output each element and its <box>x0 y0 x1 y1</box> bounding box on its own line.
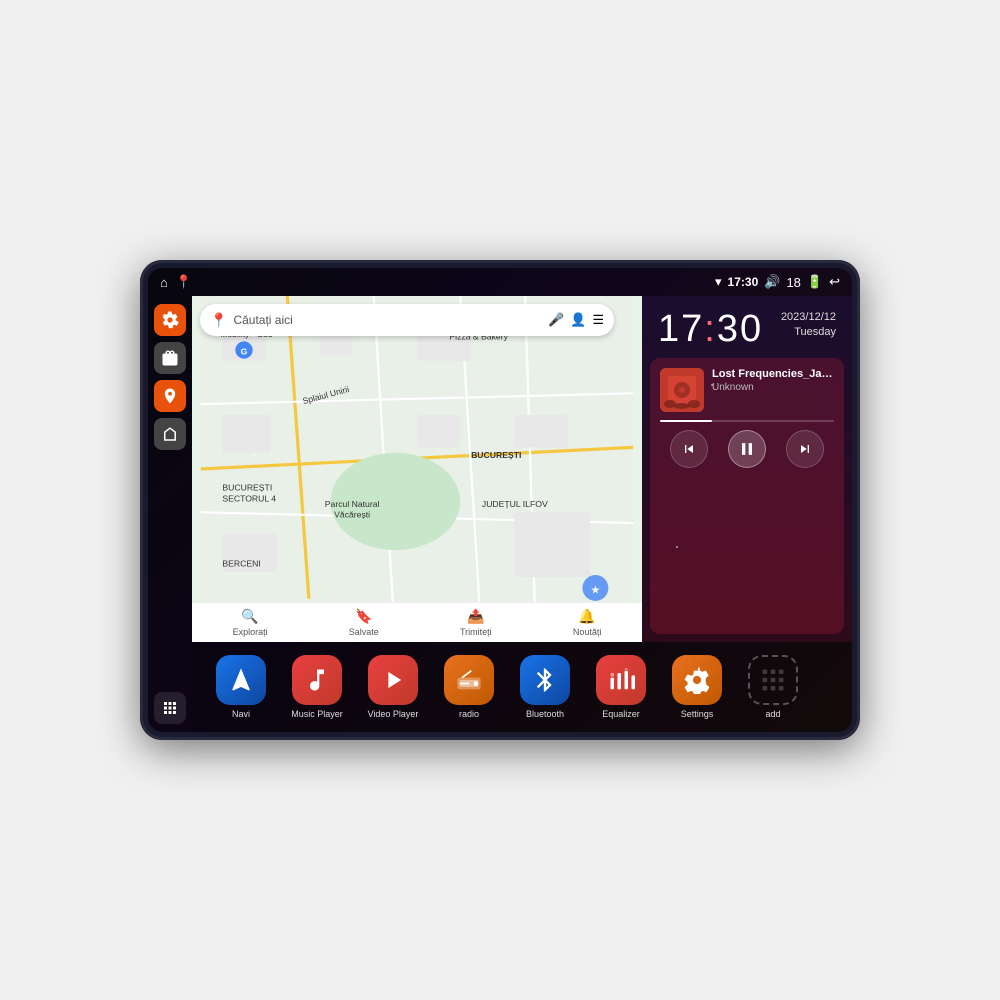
map-search-bar[interactable]: 📍 Căutați aici 🎤 👤 ☰ <box>200 304 614 336</box>
pause-button[interactable] <box>728 430 766 468</box>
wifi-icon: ▾ <box>715 274 722 290</box>
equalizer-label: Equalizer <box>602 709 640 719</box>
navi-icon-box <box>216 655 266 705</box>
account-icon: 👤 <box>570 312 586 328</box>
prev-track-button[interactable] <box>670 430 708 468</box>
svg-text:SECTORUL 4: SECTORUL 4 <box>222 493 276 503</box>
app-add[interactable]: add <box>738 655 808 719</box>
map-news-button[interactable]: 🔔 Noutăți <box>573 608 602 637</box>
music-section: Lost Frequencies_Janie... Unknown <box>650 358 844 634</box>
content-area: G AXIS Premium Mobility - Sud Parcul Nat… <box>192 296 852 732</box>
sidebar-apps-button[interactable] <box>154 692 186 724</box>
add-icon-box <box>748 655 798 705</box>
radio-label: radio <box>459 709 479 719</box>
volume-icon: 🔊 <box>764 274 780 290</box>
map-saved-button[interactable]: 🔖 Salvate <box>349 608 379 637</box>
svg-text:Văcărești: Văcărești <box>334 510 370 520</box>
svg-text:JUDEȚUL ILFOV: JUDEȚUL ILFOV <box>482 499 548 509</box>
music-controls <box>660 430 834 468</box>
mic-icon: 🎤 <box>548 312 564 328</box>
music-progress-bar[interactable] <box>660 420 834 422</box>
app-equalizer[interactable]: Equalizer <box>586 655 656 719</box>
svg-text:G: G <box>241 346 248 356</box>
svg-text:BUCUREȘTI: BUCUREȘTI <box>222 483 272 493</box>
sidebar-map-button[interactable] <box>154 380 186 412</box>
sidebar-files-button[interactable] <box>154 342 186 374</box>
clock-colon: : <box>704 308 717 350</box>
map-share-button[interactable]: 📤 Trimiteți <box>460 608 492 637</box>
clock-display: 17:30 <box>658 310 763 348</box>
google-maps-icon: 📍 <box>210 312 227 329</box>
map-panel[interactable]: G AXIS Premium Mobility - Sud Parcul Nat… <box>192 296 642 642</box>
music-player-label: Music Player <box>291 709 343 719</box>
status-bar: ⌂ 📍 ▾ 17:30 🔊 18 🔋 ↩ <box>148 268 852 296</box>
main-area: G AXIS Premium Mobility - Sud Parcul Nat… <box>148 296 852 732</box>
music-info: Lost Frequencies_Janie... Unknown <box>660 368 834 412</box>
saved-icon: 🔖 <box>355 608 372 625</box>
svg-text:BERCENI: BERCENI <box>222 558 260 568</box>
app-bluetooth[interactable]: Bluetooth <box>510 655 580 719</box>
video-player-label: Video Player <box>368 709 419 719</box>
saved-label: Salvate <box>349 627 379 637</box>
sidebar-carplay-button[interactable] <box>154 418 186 450</box>
music-text: Lost Frequencies_Janie... Unknown <box>712 368 834 393</box>
music-artist: Unknown <box>712 382 834 393</box>
equalizer-icon-box <box>596 655 646 705</box>
clock-section: 17:30 2023/12/12 Tuesday <box>642 296 852 358</box>
battery-icon: 🔋 <box>807 274 823 290</box>
music-title: Lost Frequencies_Janie... <box>712 368 834 380</box>
next-track-button[interactable] <box>786 430 824 468</box>
app-radio[interactable]: radio <box>434 655 504 719</box>
clock-minutes: 30 <box>717 308 763 350</box>
home-icon: ⌂ <box>160 275 168 290</box>
map-icon: 📍 <box>176 274 192 290</box>
search-placeholder: Căutați aici <box>233 313 542 327</box>
settings-label: Settings <box>681 709 714 719</box>
status-right-area: ▾ 17:30 🔊 18 🔋 ↩ <box>715 274 840 290</box>
explore-label: Explorați <box>233 627 268 637</box>
clock-date: 2023/12/12 <box>781 310 836 325</box>
news-label: Noutăți <box>573 627 602 637</box>
album-art <box>660 368 704 412</box>
car-head-unit: ⌂ 📍 ▾ 17:30 🔊 18 🔋 ↩ <box>140 260 860 740</box>
video-icon-box <box>368 655 418 705</box>
clock-hours: 17 <box>658 308 704 350</box>
bluetooth-icon-box <box>520 655 570 705</box>
right-panel: 17:30 2023/12/12 Tuesday <box>642 296 852 642</box>
bluetooth-label: Bluetooth <box>526 709 564 719</box>
share-label: Trimiteți <box>460 627 492 637</box>
top-panels: G AXIS Premium Mobility - Sud Parcul Nat… <box>192 296 852 642</box>
signal-level: 18 <box>786 275 800 290</box>
clock-date-block: 2023/12/12 Tuesday <box>781 310 836 341</box>
settings-icon-box <box>672 655 722 705</box>
app-navi[interactable]: Navi <box>206 655 276 719</box>
menu-icon: ☰ <box>592 312 604 328</box>
status-time: 17:30 <box>728 275 759 289</box>
explore-icon: 🔍 <box>241 608 258 625</box>
share-icon: 📤 <box>467 608 484 625</box>
svg-text:Parcul Natural: Parcul Natural <box>325 499 380 509</box>
map-explore-button[interactable]: 🔍 Explorați <box>233 608 268 637</box>
svg-text:★: ★ <box>591 584 601 596</box>
music-progress-fill <box>660 420 712 422</box>
map-container[interactable]: G AXIS Premium Mobility - Sud Parcul Nat… <box>192 296 642 642</box>
clock-day: Tuesday <box>781 325 836 340</box>
sidebar-settings-button[interactable] <box>154 304 186 336</box>
screen: ⌂ 📍 ▾ 17:30 🔊 18 🔋 ↩ <box>148 268 852 732</box>
app-video-player[interactable]: Video Player <box>358 655 428 719</box>
app-music-player[interactable]: Music Player <box>282 655 352 719</box>
app-grid: Navi Music Player Video Player <box>192 642 852 732</box>
news-icon: 🔔 <box>578 608 595 625</box>
sidebar <box>148 296 192 732</box>
back-icon: ↩ <box>829 274 840 290</box>
music-icon-box <box>292 655 342 705</box>
navi-label: Navi <box>232 709 250 719</box>
add-label: add <box>765 709 780 719</box>
status-left-icons: ⌂ 📍 <box>160 274 192 290</box>
map-svg: G AXIS Premium Mobility - Sud Parcul Nat… <box>192 296 642 642</box>
app-settings[interactable]: Settings <box>662 655 732 719</box>
map-bottom-nav: 🔍 Explorați 🔖 Salvate 📤 Trimiteți <box>192 602 642 642</box>
svg-text:BUCUREȘTI: BUCUREȘTI <box>471 450 521 460</box>
radio-icon-box <box>444 655 494 705</box>
